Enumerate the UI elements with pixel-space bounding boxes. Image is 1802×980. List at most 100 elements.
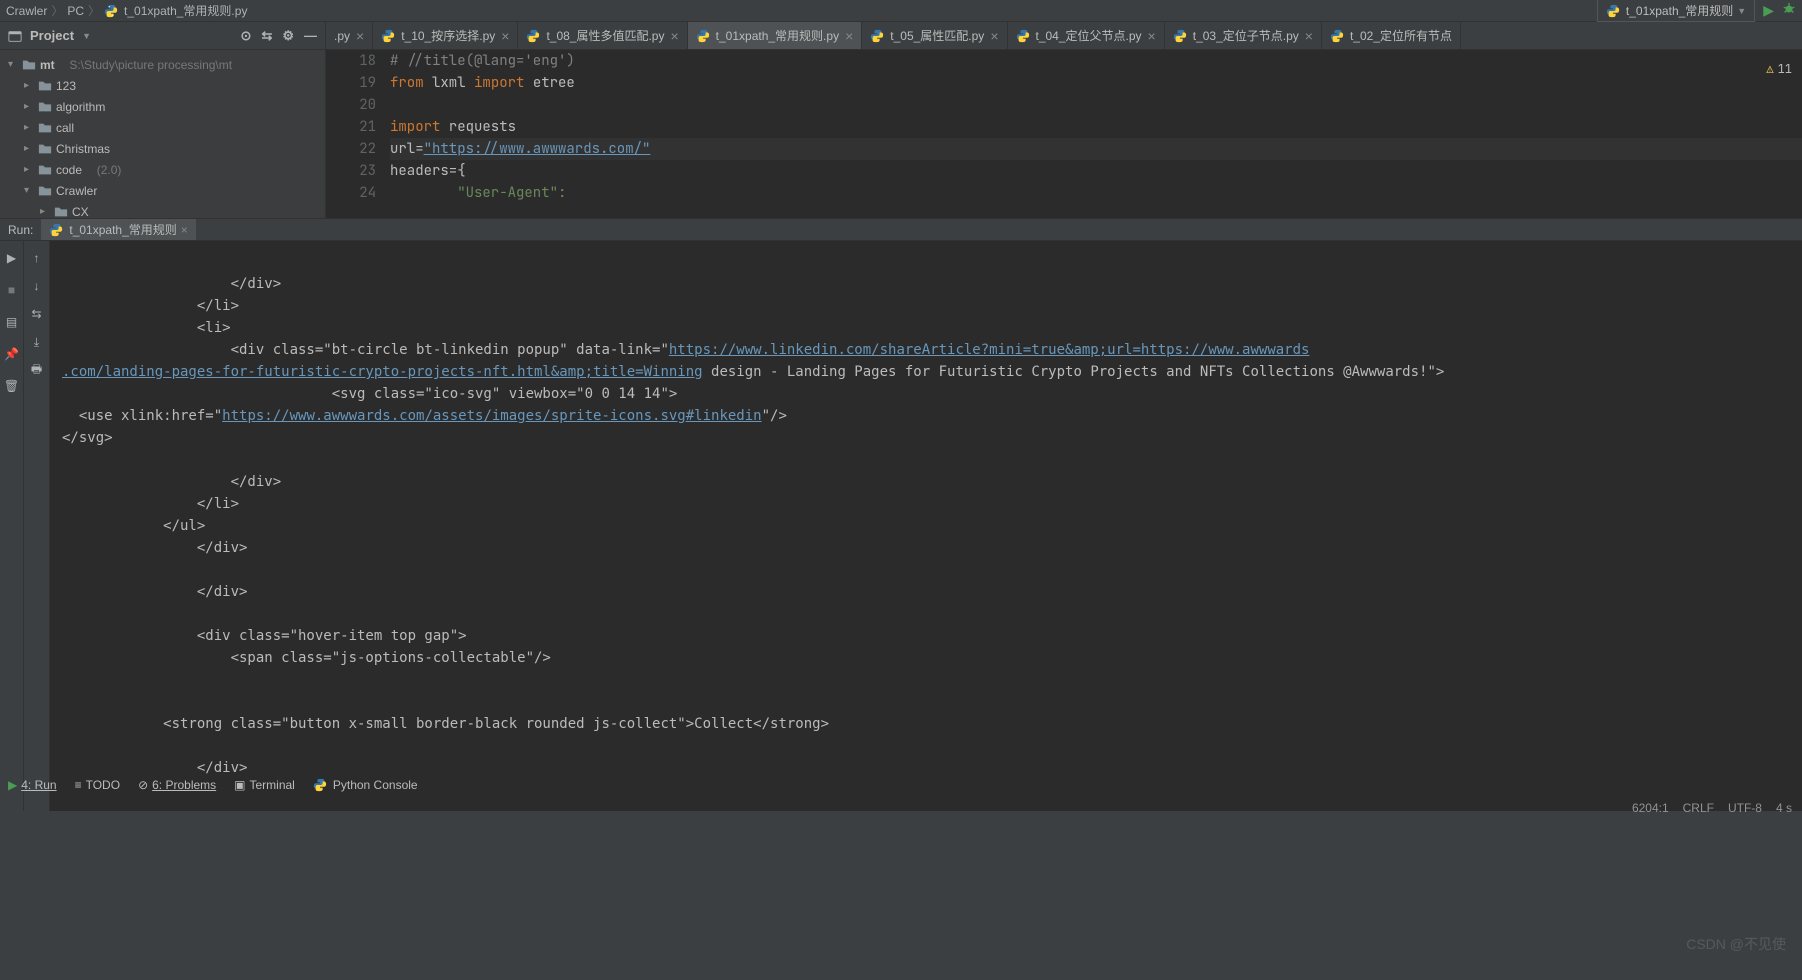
run-tabbar: Run: t_01xpath_常用规则 × — [0, 219, 1802, 241]
folder-icon — [38, 184, 52, 198]
collapse-icon[interactable]: ⇆ — [261, 28, 272, 44]
close-icon[interactable]: × — [356, 28, 364, 44]
close-icon[interactable]: × — [501, 28, 509, 44]
run-toolbar-primary: ▶ ■ ▤ 📌 🗑 — [0, 241, 24, 811]
terminal-icon: ▣ — [234, 778, 245, 792]
breadcrumb: Crawler 〉 PC 〉 t_01xpath_常用规则.py — [6, 2, 1597, 19]
stop-icon[interactable]: ■ — [3, 281, 21, 299]
console-line: <div class="bt-circle bt-linkedin popup"… — [62, 342, 669, 358]
layout-icon[interactable]: ▤ — [3, 313, 21, 331]
editor-tab[interactable]: t_02_定位所有节点 — [1322, 22, 1461, 49]
chevron-right-icon: 〉 — [51, 2, 63, 19]
close-icon[interactable]: × — [1305, 28, 1313, 44]
tab-label: t_01xpath_常用规则.py — [716, 27, 839, 44]
python-icon — [313, 778, 327, 792]
code-text: requests — [440, 118, 516, 136]
editor-tab[interactable]: t_04_定位父节点.py× — [1008, 22, 1165, 49]
terminal-tool-button[interactable]: ▣Terminal — [234, 778, 295, 792]
console-line: </ul> — [62, 518, 205, 534]
debug-icon[interactable] — [1782, 2, 1796, 19]
tool-label: 6: Problems — [152, 778, 216, 792]
warnings-indicator[interactable]: ⚠ 11 — [1766, 58, 1792, 80]
tree-item[interactable]: ▾Crawler — [0, 180, 325, 201]
problems-tool-button[interactable]: ⊘6: Problems — [138, 778, 216, 792]
tree-item[interactable]: ▸CX — [0, 201, 325, 218]
hide-icon[interactable]: — — [304, 28, 317, 44]
run-config-dropdown[interactable]: t_01xpath_常用规则 ▼ — [1597, 0, 1755, 22]
pin-icon[interactable]: 📌 — [3, 345, 21, 363]
folder-icon — [38, 79, 52, 93]
run-icon[interactable]: ▶ — [1763, 2, 1774, 19]
tree-item[interactable]: ▸call — [0, 117, 325, 138]
editor-tab-active[interactable]: t_01xpath_常用规则.py × — [688, 22, 863, 49]
target-icon[interactable]: ⊙ — [241, 28, 252, 44]
close-icon[interactable]: × — [845, 28, 853, 44]
line-separator[interactable]: CRLF — [1683, 801, 1714, 815]
tab-label: t_03_定位子节点.py — [1193, 27, 1299, 44]
tab-label: .py — [334, 29, 350, 43]
console-line: </div> — [62, 540, 247, 556]
tree-item[interactable]: ▸Christmas — [0, 138, 325, 159]
run-tool-button[interactable]: ▶4: Run — [8, 778, 57, 792]
down-arrow-icon[interactable]: ↓ — [28, 277, 46, 295]
close-icon[interactable]: × — [1148, 28, 1156, 44]
run-tab-label: t_01xpath_常用规则 — [69, 221, 176, 238]
breadcrumb-item[interactable]: PC — [67, 4, 84, 18]
editor-tab[interactable]: .py × — [326, 22, 373, 49]
scroll-to-end-icon[interactable]: ⤓ — [28, 333, 46, 351]
tree-item[interactable]: ▸123 — [0, 75, 325, 96]
project-label: Project — [30, 28, 74, 43]
tool-label: Python Console — [333, 778, 418, 792]
python-icon — [49, 223, 63, 237]
up-arrow-icon[interactable]: ↑ — [28, 249, 46, 267]
tree-root[interactable]: ▾ mt S:\Study\picture processing\mt — [0, 54, 325, 75]
editor-tab[interactable]: t_05_属性匹配.py× — [862, 22, 1007, 49]
close-icon[interactable]: × — [670, 28, 678, 44]
print-icon[interactable]: 🖶 — [28, 361, 46, 379]
tree-meta: (2.0) — [97, 163, 122, 177]
console-output[interactable]: </div> </li> <li> <div class="bt-circle … — [50, 241, 1802, 811]
code-editor[interactable]: 18192021222324 # //title(@lang='eng') fr… — [326, 50, 1802, 218]
tree-item[interactable]: ▸code (2.0) — [0, 159, 325, 180]
chevron-right-icon: ▸ — [24, 101, 34, 112]
console-link[interactable]: https://www.awwwards.com/assets/images/s… — [222, 408, 761, 424]
gear-icon[interactable]: ⚙ — [282, 28, 294, 44]
indent-setting[interactable]: 4 s — [1776, 801, 1792, 815]
code-text: lxml — [424, 74, 474, 92]
code-lines: # //title(@lang='eng') from lxml import … — [386, 50, 1802, 218]
project-sidebar: Project ▼ ⊙ ⇆ ⚙ — ▾ mt S:\Study\picture … — [0, 22, 326, 218]
console-line: </div> — [62, 760, 247, 776]
todo-tool-button[interactable]: ≡TODO — [75, 778, 120, 792]
code-text: = — [415, 140, 423, 158]
breadcrumb-item[interactable]: Crawler — [6, 4, 47, 18]
run-tab[interactable]: t_01xpath_常用规则 × — [41, 219, 195, 240]
code-text: url — [390, 140, 415, 158]
folder-icon — [38, 142, 52, 156]
console-line: <span class="js-options-collectable"/> — [62, 650, 551, 666]
code-text: "User-Agent": — [390, 184, 566, 202]
run-toolbar-secondary: ↑ ↓ ⇆ ⤓ 🖶 — [24, 241, 50, 811]
console-link[interactable]: https://www.linkedin.com/shareArticle?mi… — [669, 342, 1310, 358]
python-console-tool-button[interactable]: Python Console — [313, 778, 418, 792]
code-text: etree — [524, 74, 574, 92]
tree-label: algorithm — [56, 100, 105, 114]
editor-tab[interactable]: t_10_按序选择.py× — [373, 22, 518, 49]
tree-label: code — [56, 163, 82, 177]
editor-tab[interactable]: t_08_属性多值匹配.py× — [518, 22, 687, 49]
caret-position[interactable]: 6204:1 — [1632, 801, 1669, 815]
root-name: mt — [40, 58, 55, 72]
breadcrumb-file[interactable]: t_01xpath_常用规则.py — [124, 2, 247, 19]
tree-item[interactable]: ▸ algorithm — [0, 96, 325, 117]
trash-icon[interactable]: 🗑 — [3, 377, 21, 395]
python-icon — [1016, 29, 1030, 43]
rerun-icon[interactable]: ▶ — [3, 249, 21, 267]
file-encoding[interactable]: UTF-8 — [1728, 801, 1762, 815]
console-line: </li> — [62, 298, 239, 314]
project-header[interactable]: Project ▼ ⊙ ⇆ ⚙ — — [0, 22, 325, 50]
editor-tab[interactable]: t_03_定位子节点.py × — [1165, 22, 1322, 49]
soft-wrap-icon[interactable]: ⇆ — [28, 305, 46, 323]
close-icon[interactable]: × — [181, 223, 188, 237]
close-icon[interactable]: × — [990, 28, 998, 44]
run-panel: Run: t_01xpath_常用规则 × ▶ ■ ▤ 📌 🗑 ↑ ↓ ⇆ ⤓ … — [0, 218, 1802, 772]
console-link[interactable]: .com/landing-pages-for-futuristic-crypto… — [62, 364, 703, 380]
